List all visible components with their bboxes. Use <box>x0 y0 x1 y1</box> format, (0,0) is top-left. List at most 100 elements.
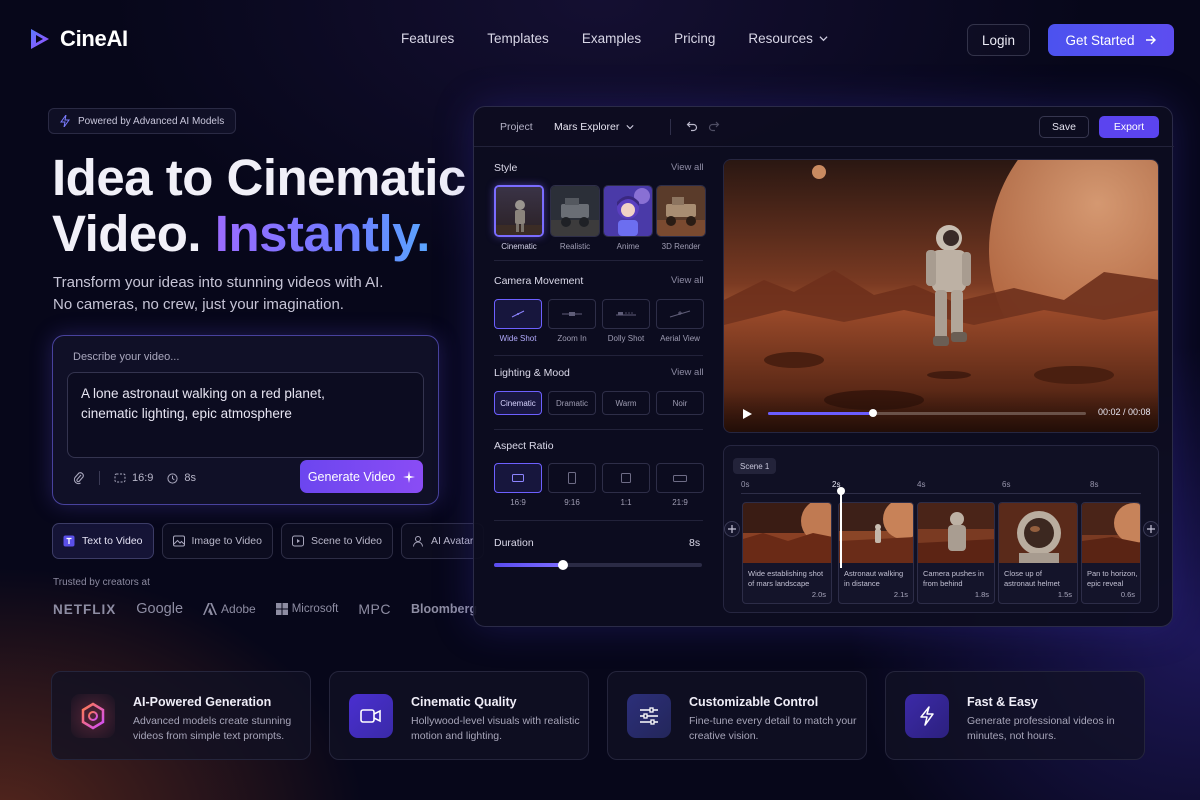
mode-image-to-video[interactable]: Image to Video <box>161 523 273 559</box>
mode-label: Image to Video <box>191 535 262 547</box>
timeline-playhead[interactable] <box>837 487 845 568</box>
export-button[interactable]: Export <box>1099 116 1159 138</box>
timeline-clip[interactable]: Close up of astronaut helmet 1.5s <box>998 502 1078 604</box>
clip-caption: Close up of astronaut helmet <box>1004 569 1060 588</box>
style-option-3d-render[interactable]: 3D Render <box>656 185 706 251</box>
paperclip-icon[interactable] <box>73 471 85 485</box>
nav-resources[interactable]: Resources <box>748 31 828 46</box>
prompt-input[interactable]: A lone astronaut walking on a red planet… <box>67 372 424 458</box>
playback-scrubber[interactable] <box>868 409 877 417</box>
nav-features[interactable]: Features <box>401 31 454 46</box>
video-preview[interactable]: 00:02 / 00:08 <box>723 159 1159 433</box>
camera-option-zoom-in[interactable]: Zoom In <box>548 299 596 343</box>
aspect-option-16-9[interactable]: 16:9 <box>494 463 542 507</box>
camera-option-aerial-view[interactable]: Aerial View <box>656 299 704 343</box>
add-clip-left-button[interactable] <box>724 521 740 537</box>
feature-card-customizable-control: Customizable Control Fine-tune every det… <box>607 671 867 760</box>
mode-scene-to-video[interactable]: Scene to Video <box>280 523 393 559</box>
timeline-clip[interactable]: Astronaut walking in distance 2.1s <box>838 502 914 604</box>
timeline-clip[interactable]: Wide establishing shot of mars landscape… <box>742 502 832 604</box>
camera-option-dolly-shot[interactable]: Dolly Shot <box>602 299 650 343</box>
section-divider <box>494 429 703 430</box>
clip-caption: Astronaut walking in distance <box>844 569 904 588</box>
playhead-handle[interactable] <box>837 487 845 495</box>
hero-title-line2: Video. Instantly. <box>52 206 466 262</box>
style-option-cinematic[interactable]: Cinematic <box>494 185 544 251</box>
aspect-option-21-9[interactable]: 21:9 <box>656 463 704 507</box>
style-option-anime[interactable]: Anime <box>603 185 653 251</box>
lighting-option-warm[interactable]: Warm <box>602 391 650 415</box>
lighting-option-noir[interactable]: Noir <box>656 391 704 415</box>
generate-video-button[interactable]: Generate Video <box>300 460 423 493</box>
clip-thumbnail <box>839 503 913 563</box>
style-view-all[interactable]: View all <box>671 162 704 173</box>
lighting-view-all[interactable]: View all <box>671 367 704 378</box>
aspect-option-9-16[interactable]: 9:16 <box>548 463 596 507</box>
vehicle-3d-thumbnail <box>657 186 705 236</box>
lighting-option-dramatic[interactable]: Dramatic <box>548 391 596 415</box>
trusted-label: Trusted by creators at <box>53 577 150 588</box>
undo-icon[interactable] <box>686 120 698 132</box>
style-label: Anime <box>616 242 640 251</box>
aerial-view-icon <box>669 310 691 318</box>
playback-progress-fill <box>768 412 873 415</box>
nav-templates[interactable]: Templates <box>487 31 549 46</box>
save-button[interactable]: Save <box>1039 116 1089 138</box>
duration-slider-knob[interactable] <box>557 560 568 570</box>
mode-ai-avatar[interactable]: AI Avatar <box>401 523 485 559</box>
feature-description: Advanced models create stunning videos f… <box>133 715 292 742</box>
nav-pricing[interactable]: Pricing <box>674 31 715 46</box>
login-button[interactable]: Login <box>967 24 1030 56</box>
aspect-label: 21:9 <box>672 498 688 507</box>
duration-selector[interactable]: 8s <box>167 472 196 484</box>
brand-microsoft-text: Microsoft <box>291 603 339 615</box>
landscape-ratio-icon <box>512 474 524 482</box>
lightning-icon <box>60 115 70 127</box>
feature-card-ai-generation: AI-Powered Generation Advanced models cr… <box>51 671 311 760</box>
get-started-button[interactable]: Get Started <box>1048 24 1174 56</box>
hero-subtitle: Transform your ideas into stunning video… <box>53 272 383 316</box>
duration-title: Duration <box>494 537 534 549</box>
clip-thumbnail <box>1082 503 1140 563</box>
duration-slider-fill <box>494 563 563 567</box>
project-selector[interactable]: Mars Explorer <box>554 121 634 133</box>
aspect-thumb <box>548 463 596 493</box>
zoom-in-icon <box>562 312 582 316</box>
mode-text-to-video[interactable]: Text to Video <box>52 523 154 559</box>
logo[interactable]: CineAI <box>28 26 128 52</box>
mode-label: AI Avatar <box>431 535 474 547</box>
powered-badge: Powered by Advanced AI Models <box>48 108 237 134</box>
playback-progress-bar[interactable] <box>768 409 1086 417</box>
redo-icon[interactable] <box>708 120 720 132</box>
hero-subtitle-line1: Transform your ideas into stunning video… <box>53 274 384 291</box>
tick-label: 4s <box>917 480 926 489</box>
add-clip-right-button[interactable] <box>1143 521 1159 537</box>
square-ratio-icon <box>621 473 631 483</box>
tool-divider <box>99 471 100 485</box>
aspect-thumb <box>602 463 650 493</box>
hexagon-icon <box>71 694 115 738</box>
aspect-selector[interactable]: 16:9 <box>114 472 153 484</box>
camera-option-wide-shot[interactable]: Wide Shot <box>494 299 542 343</box>
lighting-option-cinematic[interactable]: Cinematic <box>494 391 542 415</box>
get-started-label: Get Started <box>1065 32 1135 48</box>
lightning-icon <box>905 694 949 738</box>
video-editor-panel: Project Mars Explorer Save Export Style … <box>473 106 1174 627</box>
mode-label: Scene to Video <box>310 535 382 547</box>
aspect-option-1-1[interactable]: 1:1 <box>602 463 650 507</box>
timeline-clip[interactable]: Camera pushes in from behind 1.8s <box>917 502 995 604</box>
play-icon[interactable] <box>742 408 753 420</box>
duration-slider[interactable] <box>494 560 702 570</box>
clip-caption: Camera pushes in from behind <box>923 569 984 588</box>
video-camera-icon <box>349 694 393 738</box>
camera-view-all[interactable]: View all <box>671 275 704 286</box>
timeline-clip[interactable]: Pan to horizon, epic reveal 0.6s <box>1081 502 1141 604</box>
feature-card-cinematic-quality: Cinematic Quality Hollywood-level visual… <box>329 671 589 760</box>
nav-resources-label: Resources <box>748 31 813 46</box>
nav-examples[interactable]: Examples <box>582 31 641 46</box>
style-option-realistic[interactable]: Realistic <box>550 185 600 251</box>
scene-label[interactable]: Scene 1 <box>733 458 777 474</box>
brand-mpc: MPC <box>358 601 391 617</box>
clip-duration: 1.8s <box>974 590 989 599</box>
logo-play-icon <box>31 29 49 49</box>
